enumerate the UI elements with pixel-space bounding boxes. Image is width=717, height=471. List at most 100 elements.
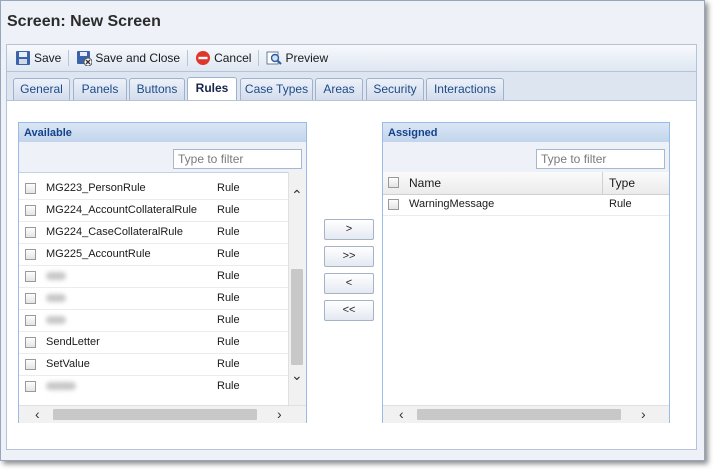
rule-type: Rule xyxy=(217,358,240,370)
rule-name: MG223_PersonRule xyxy=(46,182,146,194)
scroll-thumb[interactable] xyxy=(417,409,621,420)
toolbar-divider xyxy=(68,50,70,66)
tab-areas[interactable]: Areas xyxy=(315,78,363,100)
remove-all-button[interactable]: << xyxy=(324,300,374,321)
list-item[interactable]: Rule xyxy=(19,376,288,398)
list-item[interactable]: MG223_PersonRule Rule xyxy=(19,178,288,200)
tab-rules[interactable]: Rules xyxy=(187,77,237,101)
rule-type: Rule xyxy=(217,292,240,304)
save-and-close-button[interactable]: Save and Close xyxy=(72,47,184,69)
redacted-rule-name xyxy=(46,380,76,393)
row-checkbox[interactable] xyxy=(25,293,36,304)
scroll-up-icon[interactable]: ⌃ xyxy=(291,188,303,202)
row-checkbox[interactable] xyxy=(388,199,399,210)
rule-name: MG225_AccountRule xyxy=(46,248,151,260)
available-panel: Available MG223_PersonRule Rule MG224_Ac… xyxy=(18,122,307,423)
assigned-horizontal-scrollbar[interactable]: ‹ › xyxy=(383,405,669,423)
tab-buttons[interactable]: Buttons xyxy=(129,78,185,100)
available-vertical-scrollbar[interactable]: ⌃ ⌄ xyxy=(288,172,306,406)
save-button[interactable]: Save xyxy=(11,47,65,69)
rule-name: WarningMessage xyxy=(409,198,495,210)
row-checkbox[interactable] xyxy=(25,359,36,370)
redacted-rule-name xyxy=(46,292,66,305)
list-item[interactable]: MG224_AccountCollateralRule Rule xyxy=(19,200,288,222)
assigned-panel-title: Assigned xyxy=(383,123,669,143)
save-label: Save xyxy=(34,51,62,65)
preview-label: Preview xyxy=(285,51,329,65)
row-checkbox[interactable] xyxy=(25,337,36,348)
assigned-filter-input[interactable] xyxy=(536,149,665,169)
rule-name: SendLetter xyxy=(46,336,100,348)
add-all-button[interactable]: >> xyxy=(324,246,374,267)
main-toolbar: Save Save and Close Cancel Preview xyxy=(6,44,697,72)
magnifier-preview-icon xyxy=(266,51,283,65)
rule-name: MG224_AccountCollateralRule xyxy=(46,204,198,216)
tab-case-types[interactable]: Case Types xyxy=(240,78,313,100)
scroll-right-icon[interactable]: › xyxy=(641,407,646,421)
row-checkbox[interactable] xyxy=(25,315,36,326)
rule-type: Rule xyxy=(217,182,240,194)
available-filter-input[interactable] xyxy=(173,149,302,169)
type-column-header[interactable]: Type xyxy=(609,176,635,190)
assigned-column-header: Name Type xyxy=(383,172,669,195)
save-close-icon xyxy=(77,51,93,66)
assigned-panel: Assigned Name Type WarningMessage Rule ‹ xyxy=(382,122,670,423)
scroll-right-icon[interactable]: › xyxy=(277,407,282,421)
row-checkbox[interactable] xyxy=(25,227,36,238)
available-panel-title: Available xyxy=(19,123,306,143)
toolbar-divider xyxy=(187,50,189,66)
cancel-icon xyxy=(196,51,211,65)
tab-strip: General Panels Buttons Rules Case Types … xyxy=(6,72,697,101)
tab-general[interactable]: General xyxy=(13,78,70,100)
dialog-title: Screen: New Screen xyxy=(7,13,161,30)
assigned-filter-bar xyxy=(383,142,669,173)
cancel-button[interactable]: Cancel xyxy=(191,47,255,69)
column-divider xyxy=(602,172,603,194)
row-checkbox[interactable] xyxy=(25,205,36,216)
select-all-checkbox[interactable] xyxy=(388,177,399,188)
tab-interactions[interactable]: Interactions xyxy=(426,78,504,100)
tab-security[interactable]: Security xyxy=(366,78,424,100)
list-item[interactable]: SetValue Rule xyxy=(19,354,288,376)
rule-type: Rule xyxy=(217,314,240,326)
row-checkbox[interactable] xyxy=(25,183,36,194)
list-item[interactable]: Rule xyxy=(19,288,288,310)
rule-type: Rule xyxy=(217,204,240,216)
preview-button[interactable]: Preview xyxy=(262,47,332,69)
floppy-disk-icon xyxy=(16,51,30,65)
remove-selected-button[interactable]: < xyxy=(324,273,374,294)
row-checkbox[interactable] xyxy=(25,271,36,282)
rules-tab-content: Available MG223_PersonRule Rule MG224_Ac… xyxy=(6,100,697,450)
cancel-label: Cancel xyxy=(214,51,252,65)
row-checkbox[interactable] xyxy=(25,249,36,260)
scroll-thumb[interactable] xyxy=(53,409,257,420)
list-item[interactable]: WarningMessage Rule xyxy=(383,194,669,216)
tab-panels[interactable]: Panels xyxy=(73,78,127,100)
scroll-down-icon[interactable]: ⌄ xyxy=(291,368,303,382)
list-item[interactable]: MG225_AccountRule Rule xyxy=(19,244,288,266)
row-checkbox[interactable] xyxy=(25,381,36,392)
scroll-thumb[interactable] xyxy=(291,269,303,365)
list-item[interactable]: MG224_CaseCollateralRule Rule xyxy=(19,222,288,244)
rule-name: SetValue xyxy=(46,358,90,370)
available-filter-bar xyxy=(19,142,306,173)
scroll-left-icon[interactable]: ‹ xyxy=(399,407,404,421)
scroll-left-icon[interactable]: ‹ xyxy=(35,407,40,421)
list-item[interactable]: SendLetter Rule xyxy=(19,332,288,354)
rule-type: Rule xyxy=(609,198,632,210)
save-and-close-label: Save and Close xyxy=(95,51,181,65)
screen-dialog: Screen: New Screen Save Save and Close C… xyxy=(0,0,705,461)
rule-name: MG224_CaseCollateralRule xyxy=(46,226,183,238)
redacted-rule-name xyxy=(46,270,66,283)
rule-type: Rule xyxy=(217,270,240,282)
redacted-rule-name xyxy=(46,314,66,327)
list-item[interactable]: Rule xyxy=(19,310,288,332)
toolbar-divider xyxy=(258,50,260,66)
rule-type: Rule xyxy=(217,380,240,392)
add-selected-button[interactable]: > xyxy=(324,219,374,240)
rule-type: Rule xyxy=(217,248,240,260)
available-horizontal-scrollbar[interactable]: ‹ › xyxy=(19,405,306,423)
rule-type: Rule xyxy=(217,226,240,238)
list-item[interactable]: Rule xyxy=(19,266,288,288)
name-column-header[interactable]: Name xyxy=(409,176,441,190)
